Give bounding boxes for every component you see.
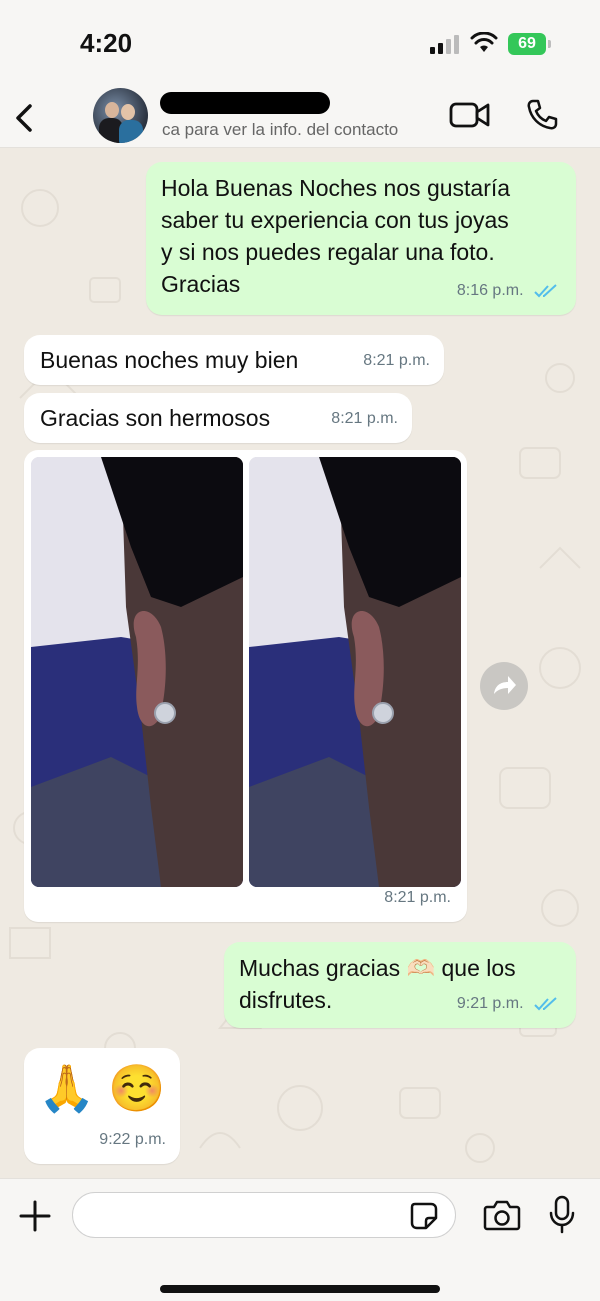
- message-text-line: Muchas gracias 🫶🏻 que los: [239, 955, 516, 981]
- ear-photo-image: [31, 457, 243, 887]
- plus-icon[interactable]: [18, 1199, 52, 1233]
- chat-header: ca para ver la info. del contacto: [0, 88, 600, 148]
- forward-button[interactable]: [480, 662, 528, 710]
- forward-arrow-icon: [494, 676, 516, 694]
- sticker-icon[interactable]: [409, 1201, 439, 1231]
- message-meta: 9:21 p.m.: [457, 988, 560, 1020]
- read-ticks-icon: [534, 284, 557, 298]
- message-composer: [0, 1178, 600, 1301]
- contact-name-redacted[interactable]: [160, 92, 330, 114]
- message-bubble-incoming[interactable]: 🙏 ☺️ 9:22 p.m.: [24, 1048, 180, 1164]
- message-time: 8:21 p.m.: [363, 352, 430, 369]
- phone-call-icon[interactable]: [525, 98, 559, 132]
- ear-photo-image: [249, 457, 461, 887]
- message-input[interactable]: [72, 1192, 456, 1238]
- message-time: 8:21 p.m.: [331, 410, 398, 427]
- message-bubble-outgoing[interactable]: Muchas gracias 🫶🏻 que los disfrutes. 9:2…: [224, 942, 576, 1028]
- message-text-line: Hola Buenas Noches nos gustaría: [161, 175, 511, 201]
- message-time: 9:22 p.m.: [99, 1131, 166, 1148]
- video-call-icon[interactable]: [449, 100, 491, 130]
- camera-icon[interactable]: [483, 1199, 521, 1231]
- wifi-icon: [470, 32, 498, 52]
- message-time: 8:16 p.m.: [456, 282, 524, 299]
- message-text-line: y si nos puedes regalar una foto.: [161, 239, 495, 265]
- emoji-text: 🙏 ☺️: [38, 1062, 166, 1114]
- message-bubble-photos[interactable]: 8:21 p.m.: [24, 450, 467, 922]
- home-indicator: [160, 1285, 440, 1293]
- read-ticks-icon: [534, 997, 557, 1011]
- back-arrow-icon[interactable]: [10, 98, 40, 138]
- message-bubble-incoming[interactable]: Buenas noches muy bien 8:21 p.m.: [24, 335, 444, 385]
- message-time: 9:21 p.m.: [456, 995, 524, 1012]
- photo-thumbnail[interactable]: [249, 457, 461, 887]
- message-time: 8:21 p.m.: [384, 889, 451, 906]
- contact-info-hint[interactable]: ca para ver la info. del contacto: [162, 120, 398, 140]
- message-bubble-incoming[interactable]: Gracias son hermosos 8:21 p.m.: [24, 393, 412, 443]
- contact-avatar[interactable]: [93, 88, 148, 143]
- message-text-line: saber tu experiencia con tus joyas: [161, 207, 509, 233]
- photo-thumbnail[interactable]: [31, 457, 243, 887]
- microphone-icon[interactable]: [549, 1195, 575, 1235]
- battery-indicator: 69: [508, 33, 551, 55]
- status-bar: 4:20 69: [0, 0, 600, 88]
- message-meta: 8:16 p.m.: [457, 275, 560, 307]
- chat-area[interactable]: Hola Buenas Noches nos gustaría saber tu…: [0, 148, 600, 1178]
- message-bubble-outgoing[interactable]: Hola Buenas Noches nos gustaría saber tu…: [146, 162, 576, 315]
- clock: 4:20: [80, 28, 133, 58]
- signal-icon: [430, 35, 459, 54]
